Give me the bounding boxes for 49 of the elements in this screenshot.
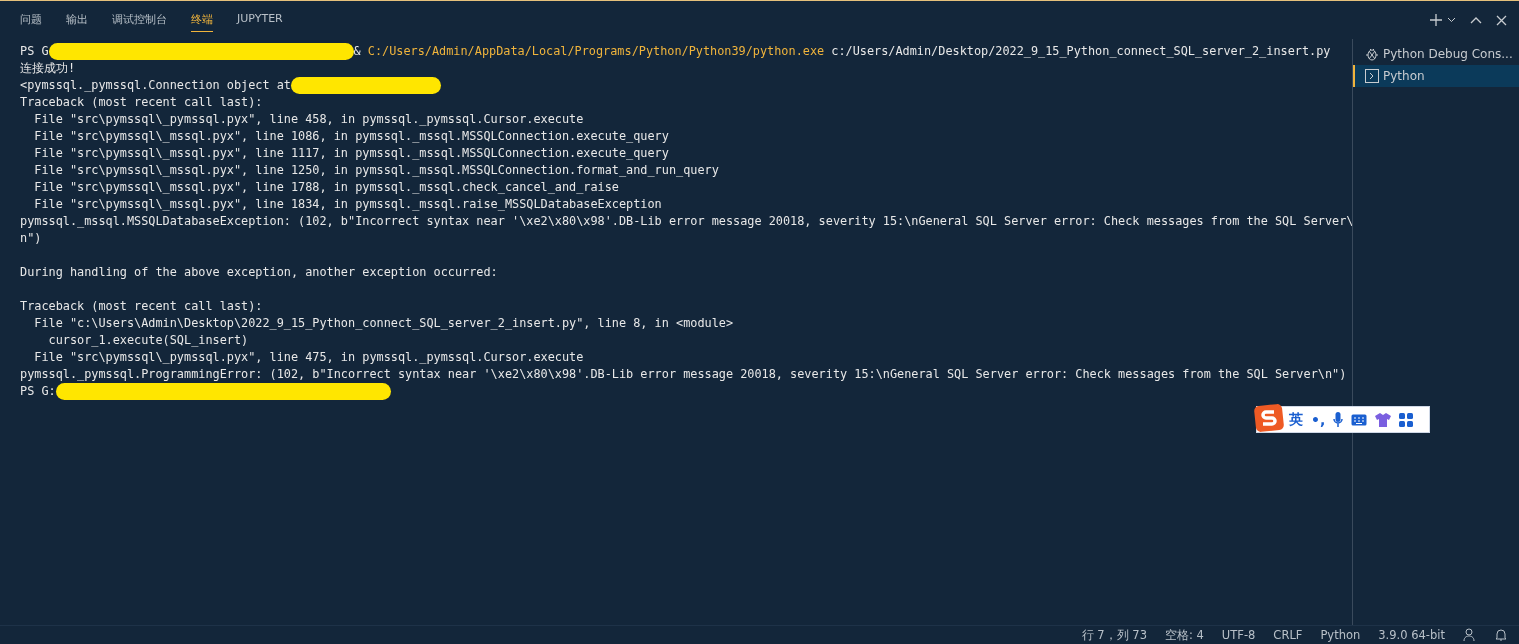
terminal-text: c:/Users/Admin/Desktop/2022_9_15_Python_connect_SQL_server_2_insert.py bbox=[830, 43, 1331, 60]
person-icon[interactable] bbox=[1463, 628, 1477, 642]
microphone-icon[interactable] bbox=[1333, 411, 1344, 428]
chevron-up-icon[interactable] bbox=[1470, 16, 1482, 24]
terminal-text: File "src\pymssql\_mssql.pyx", line 1788, in pymssql._mssql.check_cancel_and_raise bbox=[33, 179, 619, 196]
terminal-text: 连接成功! bbox=[20, 60, 76, 77]
status-item[interactable]: 空格: 4 bbox=[1164, 627, 1204, 643]
bell-icon[interactable] bbox=[1495, 628, 1507, 642]
chevron-down-icon[interactable] bbox=[1447, 17, 1456, 23]
terminal-text: During handling of the above exception, another exception occurred: bbox=[20, 264, 498, 281]
terminal-text: File "src\pymssql\_pymssql.pyx", line 475, in pymssql._pymssql.Cursor.execute bbox=[33, 349, 584, 366]
terminal-list-item[interactable]: Python bbox=[1353, 65, 1519, 87]
panel-tab[interactable]: 终端 bbox=[191, 8, 213, 32]
terminal-icon bbox=[1365, 69, 1379, 83]
terminal-text: File "src\pymssql\_mssql.pyx", line 1117, in pymssql._mssql.MSSQLConnection.execute_query bbox=[33, 145, 669, 162]
terminal-text: File "src\pymssql\_mssql.pyx", line 1250, in pymssql._mssql.MSSQLConnection.format_and_run_query bbox=[33, 162, 719, 179]
terminal-path: C:/Users/Admin/AppData/Local/Programs/Python/Python39/python.exe bbox=[367, 43, 825, 60]
close-icon[interactable] bbox=[1496, 14, 1507, 26]
terminal-text: Traceback (most recent call last): bbox=[20, 94, 263, 111]
shirt-icon[interactable] bbox=[1375, 412, 1392, 427]
panel-tab[interactable]: 问题 bbox=[20, 8, 42, 32]
panel-tab[interactable]: 调试控制台 bbox=[112, 8, 167, 32]
status-item[interactable]: 3.9.0 64-bit bbox=[1378, 628, 1445, 642]
language-toggle[interactable]: 英 bbox=[1289, 410, 1303, 429]
status-item[interactable]: 行 7，列 73 bbox=[1081, 627, 1147, 643]
status-item[interactable]: CRLF bbox=[1273, 628, 1303, 642]
punctuation-toggle[interactable]: •, bbox=[1311, 411, 1326, 428]
grid-icon[interactable] bbox=[1399, 412, 1414, 427]
terminal-list-item[interactable]: Python Debug Cons... bbox=[1353, 43, 1519, 65]
keyboard-icon[interactable] bbox=[1351, 413, 1368, 426]
terminal-text: File "src\pymssql\_mssql.pyx", line 1834, in pymssql._mssql.raise_MSSQLDatabaseException bbox=[33, 196, 662, 213]
terminal-text: File "c:\Users\Admin\Desktop\2022_9_15_Python_connect_SQL_server_2_insert.py", line 8, in <module> bbox=[33, 315, 734, 332]
terminal-text: pymssql._mssql.MSSQLDatabaseException: (102, b"Incorrect syntax near '\xe2\x80\x98'.DB-Lib error message 20018, severity 15:\nGeneral SQL Server error: Check messages from the SQL Server\ bbox=[20, 213, 1352, 230]
status-item[interactable]: Python bbox=[1320, 628, 1361, 642]
status-item[interactable]: UTF-8 bbox=[1221, 628, 1256, 642]
terminal-text: cursor_1.execute(SQL_insert) bbox=[47, 332, 249, 349]
terminal-text: n") bbox=[20, 230, 42, 247]
bug-icon bbox=[1365, 47, 1379, 61]
plus-icon[interactable] bbox=[1429, 13, 1443, 27]
terminal-text: PS G bbox=[20, 43, 49, 60]
panel-tab[interactable]: 输出 bbox=[66, 8, 88, 32]
terminal-text: File "src\pymssql\_pymssql.pyx", line 458, in pymssql._pymssql.Cursor.execute bbox=[33, 111, 584, 128]
terminal-text: PS G: bbox=[20, 383, 56, 400]
terminal-text: File "src\pymssql\_mssql.pyx", line 1086, in pymssql._mssql.MSSQLConnection.execute_query bbox=[33, 128, 669, 145]
terminal-text: pymssql._pymssql.ProgrammingError: (102, b"Incorrect syntax near '\xe2\x80\x98'.DB-Lib error message 20018, severity 15:\nGeneral SQL Server error: Check messages from the SQL Server\n") bbox=[20, 366, 1347, 383]
panel-tab[interactable]: JUPYTER bbox=[237, 8, 283, 32]
terminal-text: Traceback (most recent call last): bbox=[20, 298, 263, 315]
terminal-text: & bbox=[353, 43, 362, 60]
terminal-text: <pymssql._pymssql.Connection object at bbox=[20, 77, 291, 94]
